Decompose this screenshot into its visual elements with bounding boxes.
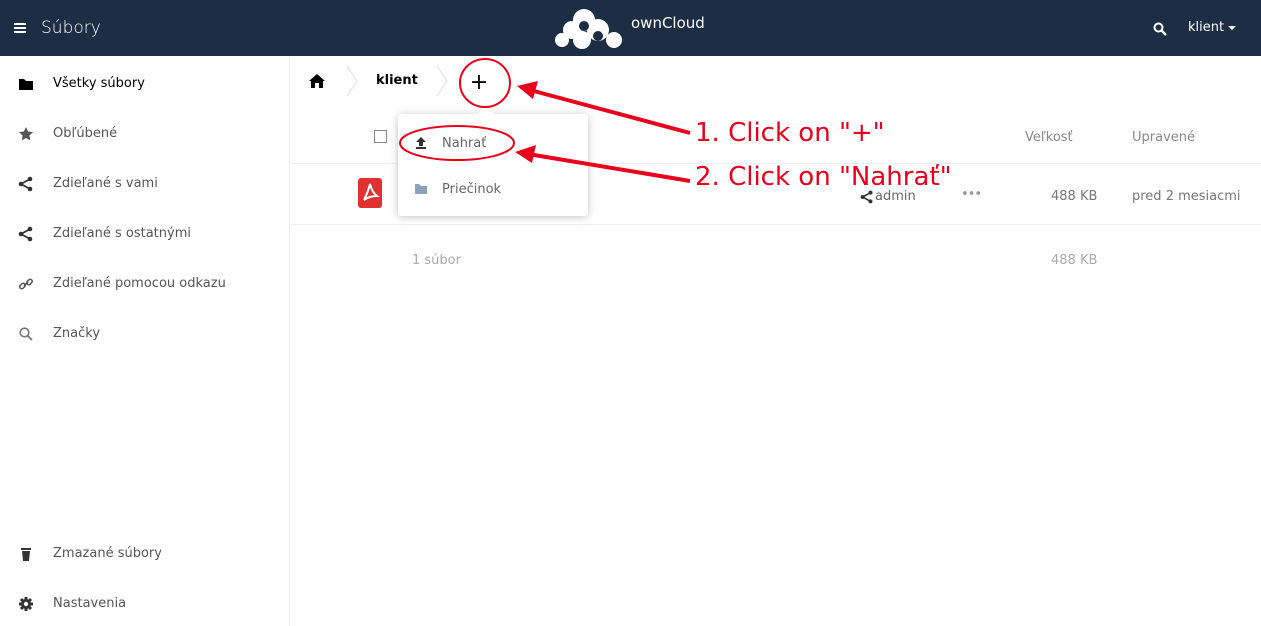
more-actions-icon[interactable]: ••• xyxy=(961,187,982,202)
sidebar-item-shared-by-link[interactable]: Zdieľané pomocou odkazu xyxy=(0,259,290,309)
file-modified: pred 2 mesiacmi xyxy=(1132,189,1241,204)
gear-icon xyxy=(19,597,33,611)
sidebar-item-label: Obľúbené xyxy=(53,126,118,141)
sidebar-item-favorites[interactable]: Obľúbené xyxy=(0,109,290,159)
folder-icon xyxy=(415,184,427,194)
select-all-checkbox[interactable] xyxy=(374,130,387,143)
upload-icon xyxy=(416,137,426,149)
annotation-step-2: 2. Click on "Nahrať" xyxy=(695,162,952,192)
summary-file-count: 1 súbor xyxy=(412,253,461,268)
column-header-size[interactable]: Veľkosť xyxy=(1025,130,1073,145)
sidebar-item-label: Zmazané súbory xyxy=(53,546,162,561)
breadcrumb: klient + xyxy=(291,56,1261,106)
dropdown-item-folder[interactable]: Priečinok xyxy=(398,170,588,210)
share-icon xyxy=(18,176,33,192)
app-name[interactable]: Súbory xyxy=(41,18,101,38)
sidebar-item-label: Značky xyxy=(53,326,101,341)
search-icon xyxy=(19,327,33,341)
new-item-dropdown: Nahrať Priečinok xyxy=(398,106,588,216)
sidebar: Všetky súbory Obľúbené Zdieľané s vami Z… xyxy=(0,56,290,626)
sidebar-item-shared-with-you[interactable]: Zdieľané s vami xyxy=(0,159,290,209)
sidebar-item-deleted-files[interactable]: Zmazané súbory xyxy=(0,529,290,579)
search-icon[interactable] xyxy=(1153,22,1167,36)
summary-total-size: 488 KB xyxy=(1051,253,1098,268)
dropdown-item-label: Nahrať xyxy=(442,136,487,151)
brand-name: ownCloud xyxy=(631,14,705,32)
sidebar-item-label: Zdieľané pomocou odkazu xyxy=(53,276,226,291)
dropdown-caret xyxy=(478,106,494,114)
owncloud-logo[interactable] xyxy=(552,6,630,50)
user-name: klient xyxy=(1188,20,1225,35)
top-bar: Súbory ownCloud klient xyxy=(0,0,1261,56)
hamburger-menu-icon[interactable] xyxy=(14,23,26,33)
sidebar-item-label: Nastavenia xyxy=(53,596,127,611)
share-icon xyxy=(18,226,33,242)
dropdown-item-label: Priečinok xyxy=(442,182,502,197)
star-icon xyxy=(19,127,33,141)
column-header-modified[interactable]: Upravené xyxy=(1132,130,1195,145)
sidebar-item-settings[interactable]: Nastavenia xyxy=(0,579,290,626)
sidebar-item-label: Zdieľané s vami xyxy=(53,176,158,191)
link-icon xyxy=(19,278,33,290)
chevron-right-icon xyxy=(346,66,358,96)
file-size: 488 KB xyxy=(1051,189,1098,204)
folder-icon xyxy=(19,79,33,90)
add-new-button[interactable]: + xyxy=(467,72,491,96)
chevron-right-icon xyxy=(436,66,448,96)
breadcrumb-current-folder[interactable]: klient xyxy=(376,73,418,88)
pdf-file-icon xyxy=(358,178,382,208)
sidebar-item-shared-with-others[interactable]: Zdieľané s ostatnými xyxy=(0,209,290,259)
sidebar-item-all-files[interactable]: Všetky súbory xyxy=(0,59,290,109)
dropdown-item-upload[interactable]: Nahrať xyxy=(398,124,588,164)
annotation-step-1: 1. Click on "+" xyxy=(695,118,885,148)
trash-icon xyxy=(21,548,31,561)
home-icon[interactable] xyxy=(309,74,325,88)
caret-down-icon xyxy=(1228,25,1237,30)
sidebar-item-tags[interactable]: Značky xyxy=(0,309,290,359)
sidebar-item-label: Zdieľané s ostatnými xyxy=(53,226,191,241)
user-menu[interactable]: klient xyxy=(1188,20,1237,35)
sidebar-item-label: Všetky súbory xyxy=(53,76,145,91)
